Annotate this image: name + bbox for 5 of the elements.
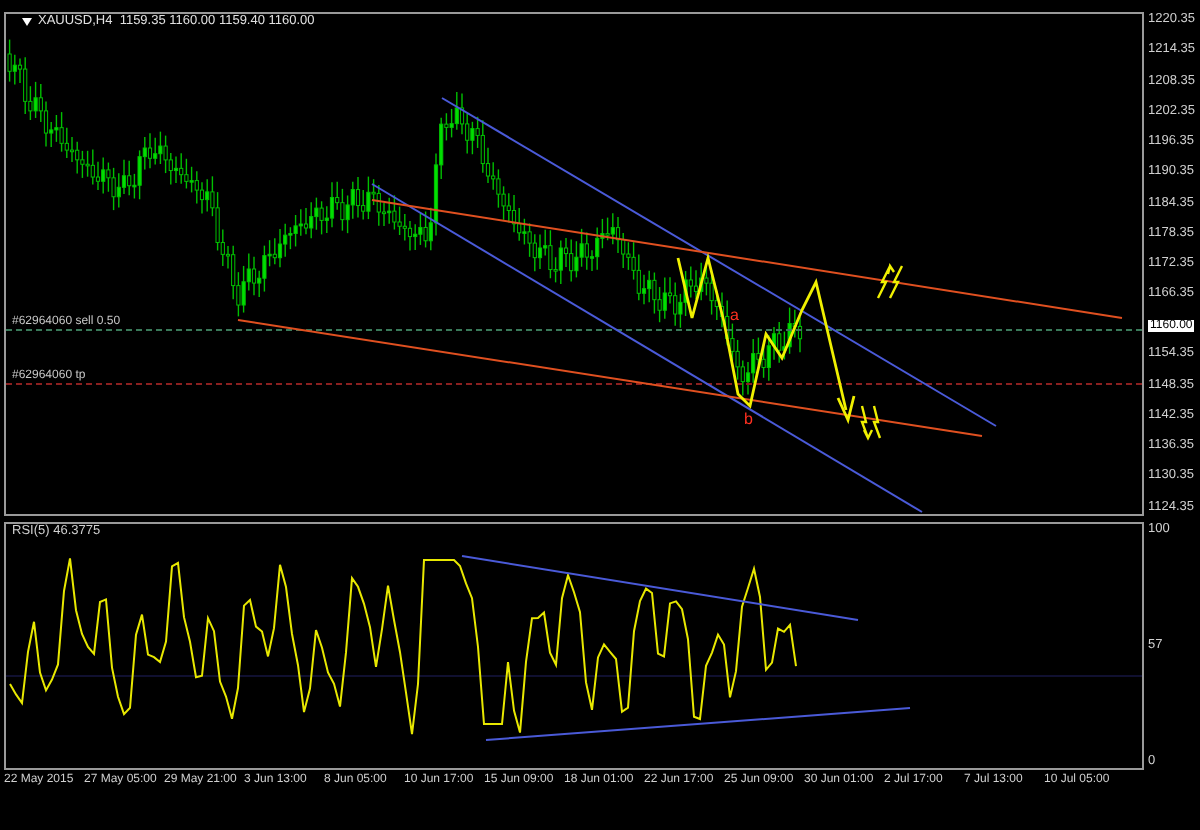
- dropdown-triangle-icon[interactable]: [22, 18, 32, 27]
- double-arrow-icon: [860, 404, 882, 441]
- wave-label: a: [730, 308, 739, 324]
- wave-label: b: [744, 412, 753, 428]
- double-arrow-icon: [876, 263, 904, 300]
